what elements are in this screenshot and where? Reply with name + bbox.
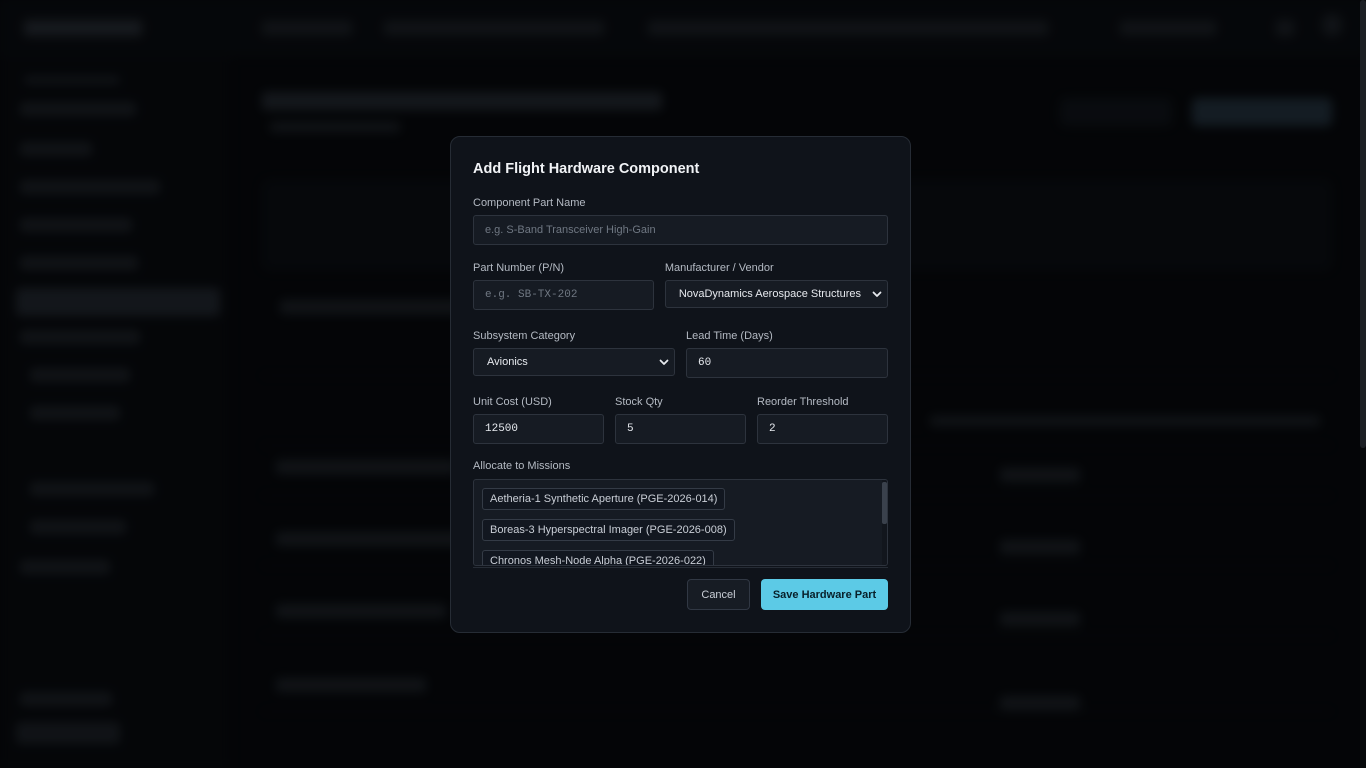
chevron-down-icon — [872, 291, 882, 297]
vendor-group: Manufacturer / Vendor NovaDynamics Aeros… — [664, 261, 888, 310]
stock-qty-input[interactable] — [615, 414, 746, 444]
stock-qty-label: Stock Qty — [615, 396, 663, 408]
modal-footer-divider — [473, 567, 888, 568]
part-name-group: Component Part Name — [473, 196, 888, 245]
reorder-threshold-group: Reorder Threshold — [757, 395, 888, 444]
part-number-label: Part Number (P/N) — [473, 262, 565, 274]
stock-qty-group: Stock Qty — [615, 395, 746, 444]
part-name-label: Component Part Name — [473, 197, 586, 209]
lead-time-input[interactable] — [686, 348, 888, 378]
vendor-selected-value: NovaDynamics Aerospace Structures — [678, 288, 861, 300]
add-hardware-modal: Add Flight Hardware Component Component … — [450, 136, 911, 633]
chevron-down-icon — [659, 359, 669, 365]
mission-option[interactable]: Boreas-3 Hyperspectral Imager (PGE-2026-… — [482, 519, 735, 541]
subsystem-label: Subsystem Category — [473, 330, 576, 342]
vendor-select[interactable]: NovaDynamics Aerospace Structures — [664, 280, 888, 308]
unit-cost-input[interactable] — [473, 414, 604, 444]
mission-option[interactable]: Aetheria-1 Synthetic Aperture (PGE-2026-… — [482, 488, 726, 510]
missions-scrollbar-thumb[interactable] — [882, 482, 887, 524]
missions-label: Allocate to Missions — [473, 460, 571, 472]
missions-scrollbar-track[interactable] — [882, 480, 887, 565]
unit-cost-label: Unit Cost (USD) — [473, 396, 552, 408]
save-hardware-part-button[interactable]: Save Hardware Part — [761, 579, 888, 610]
missions-group: Allocate to Missions Aetheria-1 Syntheti… — [473, 459, 888, 566]
missions-multiselect[interactable]: Aetheria-1 Synthetic Aperture (PGE-2026-… — [473, 479, 888, 566]
subsystem-selected-value: Avionics — [487, 356, 528, 368]
lead-time-label: Lead Time (Days) — [686, 330, 773, 342]
part-name-input[interactable] — [473, 215, 888, 245]
reorder-threshold-input[interactable] — [757, 414, 888, 444]
unit-cost-group: Unit Cost (USD) — [473, 395, 604, 444]
reorder-threshold-label: Reorder Threshold — [757, 396, 849, 408]
subsystem-group: Subsystem Category Avionics — [473, 329, 675, 378]
part-number-group: Part Number (P/N) — [473, 261, 654, 310]
modal-title: Add Flight Hardware Component — [473, 161, 700, 177]
cancel-button[interactable]: Cancel — [687, 579, 750, 610]
subsystem-select[interactable]: Avionics — [473, 348, 675, 376]
lead-time-group: Lead Time (Days) — [686, 329, 888, 378]
part-number-input[interactable] — [473, 280, 654, 310]
mission-option[interactable]: Chronos Mesh-Node Alpha (PGE-2026-022) — [482, 550, 714, 565]
vendor-label: Manufacturer / Vendor — [664, 262, 774, 274]
